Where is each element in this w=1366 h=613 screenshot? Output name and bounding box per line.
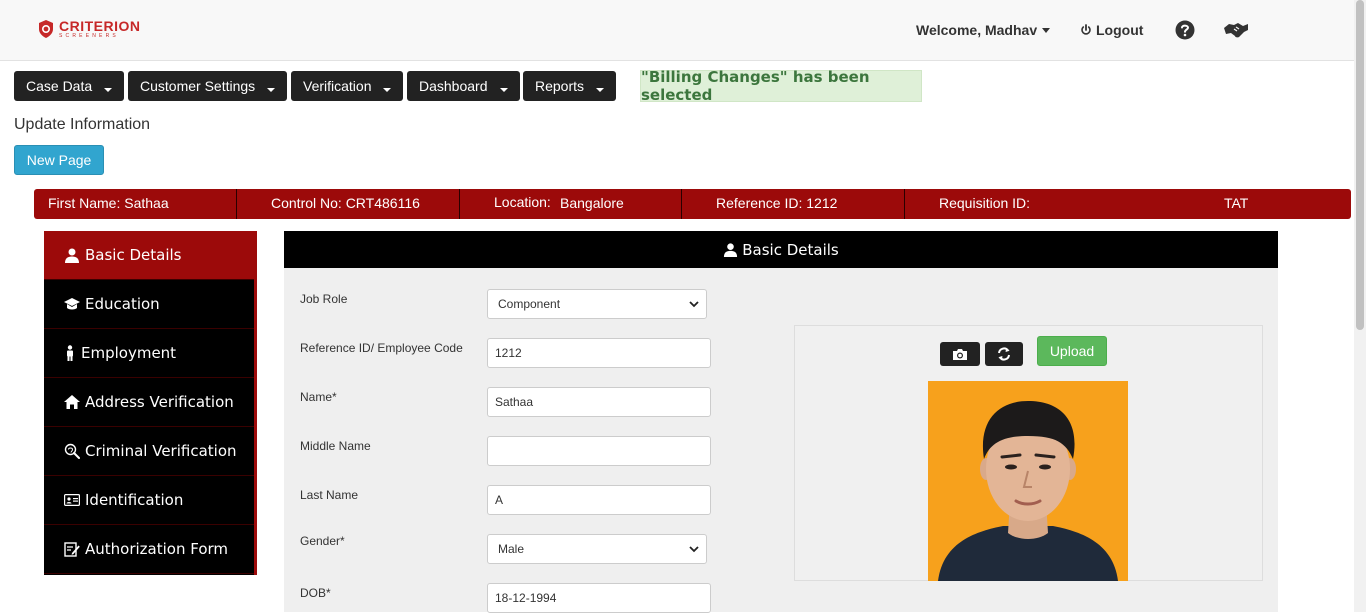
logo-text: CRITERION [59,18,141,34]
panel-header: Basic Details [284,231,1278,268]
menu-label: Verification [303,78,372,94]
menu-customer-settings[interactable]: Customer Settings [128,71,287,101]
shield-logo-icon [39,20,53,38]
chevron-down-icon [689,546,699,553]
sidebar-item-label: Employment [81,344,177,362]
reference-id-info: Reference ID: 1212 [716,195,838,211]
home-icon [64,395,80,409]
control-no-info: Control No: CRT486116 [271,195,420,211]
welcome-text: Welcome, Madhav [916,22,1038,38]
refresh-button[interactable] [985,342,1023,366]
candidate-photo [928,381,1128,581]
menu-verification[interactable]: Verification [291,71,403,101]
caret-down-icon [1042,27,1051,33]
caret-down-icon [596,88,604,92]
sidebar-item-label: Basic Details [85,246,182,264]
sidebar-item-address-verification[interactable]: Address Verification [44,378,254,427]
power-icon [1081,24,1091,35]
middle-name-label: Middle Name [300,439,371,453]
gender-value: Male [498,542,525,556]
menu-label: Dashboard [419,78,488,94]
divider [681,189,682,219]
sidebar-item-authorization-form[interactable]: Authorization Form [44,525,254,574]
menu-label: Reports [535,78,585,94]
caret-down-icon [500,88,508,92]
sidebar-item-education[interactable]: Education [44,280,254,329]
gender-select[interactable]: Male [487,534,707,564]
job-role-value: Component [498,297,561,311]
menu-reports[interactable]: Reports [523,71,616,101]
last-name-label: Last Name [300,488,359,502]
menu-case-data[interactable]: Case Data [14,71,124,101]
new-page-button[interactable]: New Page [14,145,104,175]
chevron-down-icon [689,301,699,308]
sidebar-item-label: Address Verification [85,393,234,411]
selection-notice: "Billing Changes" has been selected [640,68,922,104]
upload-button[interactable]: Upload [1037,336,1107,366]
menu-label: Customer Settings [140,78,256,94]
caret-down-icon [383,88,391,92]
name-label: Name* [300,390,337,404]
requisition-id-info: Requisition ID: [939,195,1031,211]
person-icon [67,345,73,361]
user-icon [65,248,79,263]
camera-button[interactable] [940,342,980,366]
location-value: Bangalore [560,195,624,211]
sidebar-item-label: Identification [85,491,184,509]
job-role-select[interactable]: Component [487,289,707,319]
graduation-cap-icon [64,298,80,310]
page-title: Update Information [14,116,151,133]
reference-id-field[interactable]: 1212 [487,338,711,368]
last-name-field[interactable]: A [487,485,711,515]
id-card-icon [64,494,80,506]
menu-label: Case Data [26,78,93,94]
help-icon[interactable] [1175,20,1195,40]
reference-id-label: Reference ID/ Employee Code [300,341,463,355]
panel-title: Basic Details [742,240,839,259]
fingerprint-search-icon [64,443,80,459]
logo-subtext: SCREENERS [59,33,119,39]
location-label: Location: [494,194,551,210]
sidebar-item-identification[interactable]: Identification [44,476,254,525]
basic-details-panel: Basic Details Job Role Component Referen… [284,231,1278,613]
sidebar-item-label: Education [85,295,160,313]
sidebar-item-criminal-verification[interactable]: Criminal Verification [44,427,254,476]
camera-icon [953,348,967,360]
sidebar-item-basic-details[interactable]: Basic Details [44,231,254,280]
caret-down-icon [267,88,275,92]
dob-label: DOB* [300,586,331,600]
section-sidebar: Basic Details Education Employment Addre… [44,231,257,575]
page-scrollbar[interactable] [1354,0,1366,612]
candidate-info-bar: First Name: Sathaa Control No: CRT486116… [34,189,1351,219]
middle-name-field[interactable] [487,436,711,466]
divider [459,189,460,219]
scrollbar-thumb[interactable] [1356,0,1364,330]
caret-down-icon [104,88,112,92]
divider [236,189,237,219]
logout-label: Logout [1096,22,1144,38]
top-navbar: CRITERION SCREENERS Welcome, Madhav Logo… [0,0,1354,61]
gender-label: Gender* [300,534,345,548]
name-field[interactable]: Sathaa [487,387,711,417]
edit-icon [64,542,80,557]
logout-link[interactable]: Logout [1080,22,1143,38]
user-menu[interactable]: Welcome, Madhav [916,22,1051,38]
menu-dashboard[interactable]: Dashboard [407,71,520,101]
dob-field[interactable]: 18-12-1994 [487,583,711,613]
tat-info: TAT [1224,195,1249,211]
sidebar-item-label: Criminal Verification [85,442,237,460]
first-name-info: First Name: Sathaa [48,195,169,211]
sidebar-item-label: Authorization Form [85,540,229,558]
divider [904,189,905,219]
user-icon [724,243,738,257]
sidebar-item-employment[interactable]: Employment [44,329,254,378]
criterion-logo[interactable]: CRITERION SCREENERS [37,19,141,40]
handshake-icon[interactable] [1223,19,1249,41]
photo-upload-box: Upload [794,325,1263,581]
job-role-label: Job Role [300,292,348,306]
refresh-icon [998,347,1010,361]
